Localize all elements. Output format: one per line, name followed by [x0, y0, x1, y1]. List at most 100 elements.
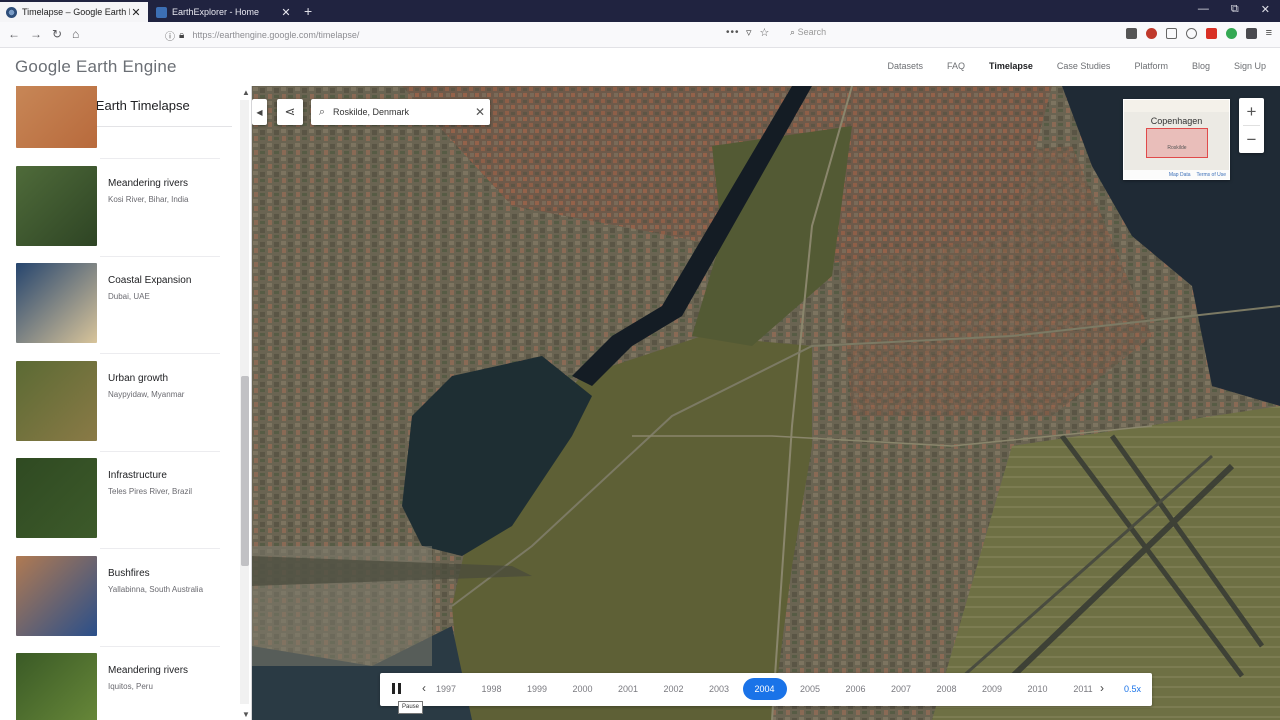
url-text[interactable]: https://earthengine.google.com/timelapse…	[192, 30, 359, 40]
year-2002[interactable]: 2002	[652, 684, 696, 694]
story-location: Dubai, UAE	[108, 292, 150, 301]
story-thumbnail[interactable]	[16, 458, 97, 538]
forward-arrow-icon[interactable]: →	[30, 27, 42, 41]
browser-nav-bar: ← → ↻ ⌂ ⓘ 🔒︎ https://earthengine.google.…	[0, 22, 1280, 48]
divider	[100, 158, 220, 159]
zoom-in-button[interactable]: +	[1239, 98, 1264, 125]
reload-icon[interactable]: ↻	[52, 27, 62, 41]
page-actions-icon[interactable]: •••	[726, 27, 740, 38]
timelapse-map[interactable]: ◀ ⋖ ⌕ Roskilde, Denmark ✕ Copenhagen Ros…	[252, 86, 1280, 720]
story-title[interactable]: Urban growth	[108, 373, 168, 384]
story-title[interactable]: Bushfires	[108, 568, 150, 579]
nav-link-timelapse[interactable]: Timelapse	[989, 61, 1033, 71]
pocket-icon[interactable]: ▿	[746, 26, 752, 39]
year-1999[interactable]: 1999	[515, 684, 559, 694]
year-2000[interactable]: 2000	[561, 684, 605, 694]
extension-icons: ≡	[1125, 27, 1272, 39]
year-1997[interactable]: 1997	[424, 684, 468, 694]
scrollbar-thumb[interactable]	[241, 376, 249, 566]
story-thumbnail[interactable]	[16, 360, 97, 441]
share-icon[interactable]: ⋖	[277, 99, 303, 125]
browser-search-box[interactable]: ⌕ Search	[790, 27, 1020, 38]
satellite-imagery[interactable]	[252, 86, 1280, 720]
collapse-sidebar-button[interactable]: ◀	[252, 99, 267, 125]
nav-link-platform[interactable]: Platform	[1134, 61, 1168, 71]
scroll-up-arrow-icon[interactable]: ▲	[242, 88, 250, 97]
tab-earthexplorer[interactable]: EarthExplorer - Home ✕	[150, 2, 298, 22]
close-tab-icon[interactable]: ✕	[280, 6, 292, 19]
zoom-out-button[interactable]: −	[1239, 126, 1264, 153]
extension-red-icon[interactable]	[1205, 27, 1217, 39]
divider	[100, 255, 220, 257]
nav-link-faq[interactable]: FAQ	[947, 61, 965, 71]
overview-minimap[interactable]: Copenhagen Roskilde Map Data Terms of Us…	[1123, 99, 1230, 180]
pause-icon	[398, 683, 401, 694]
year-1998[interactable]: 1998	[470, 684, 514, 694]
year-2009[interactable]: 2009	[970, 684, 1014, 694]
story-thumbnail[interactable]	[16, 555, 97, 636]
back-arrow-icon[interactable]: ←	[8, 27, 20, 41]
minimize-icon[interactable]: —	[1198, 3, 1209, 16]
year-2003[interactable]: 2003	[697, 684, 741, 694]
tab-timelapse[interactable]: Timelapse – Google Earth Engine ✕	[0, 2, 148, 22]
year-2004[interactable]: 2004	[742, 678, 787, 700]
story-title[interactable]: Meandering rivers	[108, 665, 188, 676]
year-2006[interactable]: 2006	[834, 684, 878, 694]
library-icon[interactable]	[1125, 27, 1137, 39]
bookmark-star-icon[interactable]: ☆	[760, 26, 770, 39]
nav-link-case-studies[interactable]: Case Studies	[1057, 61, 1111, 71]
story-title[interactable]: Meandering rivers	[108, 178, 188, 189]
nav-link-blog[interactable]: Blog	[1192, 61, 1210, 71]
extension-puzzle-icon[interactable]	[1245, 27, 1257, 39]
stories-sidebar: Google Earth Timelapse ▲ ▼ Meandering ri…	[0, 86, 252, 720]
site-logo[interactable]: Google Earth Engine	[15, 57, 177, 77]
divider	[100, 645, 220, 647]
address-bar-icons: ▿ ☆	[746, 26, 769, 39]
story-location: Yallabinna, South Australia	[108, 584, 204, 594]
new-tab-button[interactable]: +	[304, 3, 312, 19]
year-2001[interactable]: 2001	[606, 684, 650, 694]
story-thumbnail[interactable]	[16, 263, 97, 343]
pause-button[interactable]	[390, 682, 404, 696]
clear-search-icon[interactable]: ✕	[470, 105, 490, 119]
timeline-next-icon[interactable]: ›	[1100, 681, 1104, 695]
top-navigation: Datasets FAQ Timelapse Case Studies Plat…	[888, 61, 1267, 71]
home-icon[interactable]: ⌂	[72, 27, 79, 41]
map-data-link[interactable]: Map Data	[1169, 172, 1191, 178]
playback-speed-button[interactable]: 0.5x	[1124, 684, 1141, 694]
globe-favicon-icon	[6, 6, 17, 18]
story-title[interactable]: Coastal Expansion	[108, 275, 191, 286]
browser-tab-bar: Timelapse – Google Earth Engine ✕ EarthE…	[0, 0, 1280, 22]
adblock-icon[interactable]	[1145, 27, 1157, 39]
story-location: Teles Pires River, Brazil	[108, 487, 193, 496]
nav-link-datasets[interactable]: Datasets	[888, 61, 924, 71]
lock-icon: 🔒︎	[179, 29, 185, 41]
year-2005[interactable]: 2005	[788, 684, 832, 694]
year-2010[interactable]: 2010	[1016, 684, 1060, 694]
story-thumbnail[interactable]	[16, 165, 97, 246]
year-2011[interactable]: 2011	[1061, 684, 1105, 694]
location-search-input[interactable]: Roskilde, Denmark	[333, 107, 470, 117]
story-thumbnail[interactable]	[16, 86, 97, 148]
close-tab-icon[interactable]: ✕	[130, 6, 142, 19]
info-icon[interactable]: ⓘ	[165, 28, 175, 43]
restore-icon[interactable]: ⧉	[1231, 3, 1239, 16]
location-search-box[interactable]: ⌕ Roskilde, Denmark ✕	[311, 99, 490, 125]
scroll-down-arrow-icon[interactable]: ▼	[242, 710, 250, 719]
extension-green-icon[interactable]	[1225, 27, 1237, 39]
nav-link-sign-up[interactable]: Sign Up	[1234, 61, 1266, 71]
divider	[100, 548, 220, 549]
account-icon[interactable]	[1185, 27, 1197, 39]
story-location: Iquitos, Peru	[108, 682, 153, 691]
story-thumbnail[interactable]	[16, 653, 97, 720]
minimap-city-label: Copenhagen	[1150, 116, 1203, 126]
menu-hamburger-icon[interactable]: ≡	[1266, 27, 1272, 39]
close-window-icon[interactable]: ✕	[1261, 3, 1270, 16]
year-2008[interactable]: 2008	[925, 684, 969, 694]
story-title[interactable]: Infrastructure	[108, 470, 167, 481]
year-2007[interactable]: 2007	[879, 684, 923, 694]
window-controls: — ⧉ ✕	[1198, 3, 1270, 16]
minimap-viewport-box: Roskilde	[1146, 128, 1208, 158]
terms-link[interactable]: Terms of Use	[1197, 172, 1226, 178]
reader-icon[interactable]	[1165, 27, 1177, 39]
